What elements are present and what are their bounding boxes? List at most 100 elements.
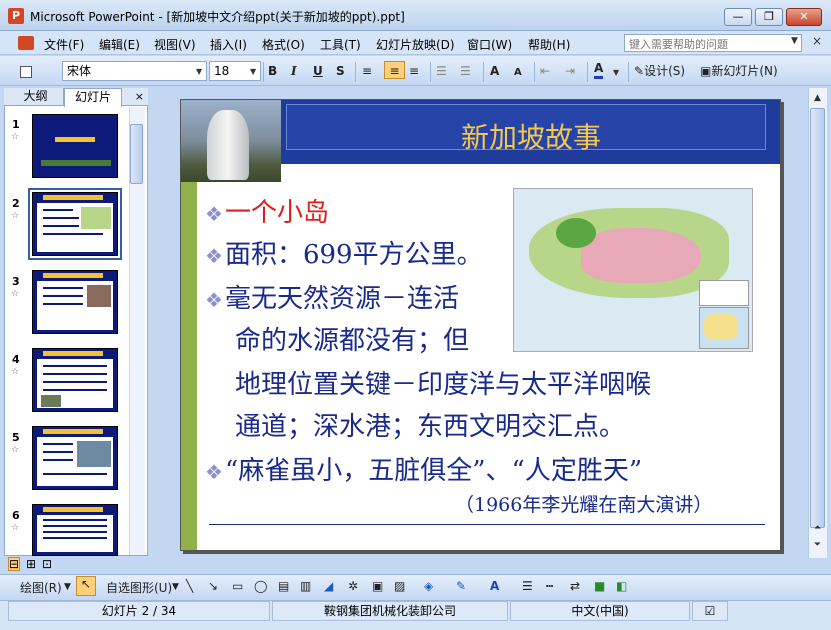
menu-tools[interactable]: 工具(T) [320, 36, 361, 53]
bullet-continuation[interactable]: 通道；深水港；东西文明交汇点。 [235, 406, 625, 443]
oval-icon[interactable]: ◯ [254, 579, 267, 593]
new-slide-button[interactable]: ▣新幻灯片(N) [700, 62, 778, 80]
shadow-button[interactable]: S [336, 62, 345, 80]
slide-position-status: 幻灯片 2 / 34 [8, 601, 270, 621]
quote-source[interactable]: （1966年李光耀在南大演讲） [455, 490, 712, 517]
thumbnail-scroll-thumb[interactable] [130, 124, 143, 184]
decrease-font-button[interactable]: A [514, 64, 522, 82]
draw-menu-button[interactable]: 绘图(R) [20, 579, 62, 596]
shadow-style-icon[interactable]: ■ [594, 579, 605, 593]
rectangle-icon[interactable]: ▭ [232, 579, 243, 593]
help-search-input[interactable]: 键入需要帮助的问题 [624, 34, 802, 52]
document-icon[interactable] [18, 36, 34, 50]
chevron-down-icon[interactable]: ▼ [250, 67, 256, 76]
toolbar-separator [430, 62, 431, 82]
font-name-select[interactable]: 宋体 [62, 61, 207, 81]
slide-sorter-icon[interactable]: ⊞ [26, 557, 36, 571]
minimize-button[interactable]: — [724, 8, 752, 26]
menu-view[interactable]: 视图(V) [154, 36, 196, 53]
decrease-indent-icon[interactable]: ⇤ [540, 62, 550, 80]
design-button[interactable]: ✎设计(S) [634, 62, 685, 80]
slide-thumbnail-1[interactable] [32, 114, 118, 178]
slide-number: 5 [12, 431, 20, 444]
increase-indent-icon[interactable]: ⇥ [565, 62, 575, 80]
align-left-icon[interactable]: ≡ [362, 62, 372, 80]
textbox-icon[interactable]: ▤ [278, 579, 289, 593]
slide-number: 1 [12, 118, 20, 131]
scroll-next-slide-icon[interactable]: ⏷ [810, 537, 825, 553]
font-color-draw-icon[interactable]: A [490, 579, 499, 593]
powerpoint-icon[interactable]: P [8, 8, 24, 24]
vertical-textbox-icon[interactable]: ▥ [300, 579, 311, 593]
line-icon[interactable]: ╲ [186, 579, 193, 593]
line-style-icon[interactable]: ☰ [522, 579, 533, 593]
menu-help[interactable]: 帮助(H) [528, 36, 570, 53]
bullet-item[interactable]: ❖“麻雀虽小，五脏俱全”、“人定胜天” [205, 450, 642, 487]
bold-button[interactable]: B [268, 62, 277, 80]
bullet-text: 毫无天然资源－连活 [224, 284, 459, 314]
bullet-continuation[interactable]: 命的水源都没有；但 [235, 320, 469, 357]
arrow-style-icon[interactable]: ⇄ [570, 579, 580, 593]
picture-icon[interactable]: ▨ [394, 579, 405, 593]
transition-icon: ☆ [11, 289, 20, 299]
slide-thumbnail-6[interactable] [32, 504, 118, 556]
slide-canvas[interactable]: 新加坡故事 ❖一个小岛 ❖面积：699平方公里。 ❖毫无天然资源－连活 命的水源… [180, 99, 781, 551]
italic-button[interactable]: I [291, 62, 297, 80]
toolbar-separator [263, 62, 264, 82]
clipart-icon[interactable]: ▣ [372, 579, 383, 593]
font-color-button[interactable]: A [594, 61, 604, 79]
document-close-button[interactable]: × [812, 34, 822, 48]
transition-icon: ☆ [11, 445, 20, 455]
chevron-down-icon[interactable]: ▼ [196, 67, 202, 76]
menu-file[interactable]: 文件(F) [44, 36, 84, 53]
slide-thumbnail-5[interactable] [32, 426, 118, 490]
menu-format[interactable]: 格式(O) [262, 36, 305, 53]
vertical-scroll-thumb[interactable] [810, 108, 825, 528]
menu-edit[interactable]: 编辑(E) [99, 36, 140, 53]
wordart-icon[interactable]: ◢ [324, 579, 333, 593]
slide-thumbnail-2[interactable] [28, 188, 122, 260]
tab-slides[interactable]: 幻灯片 [64, 88, 122, 107]
increase-font-button[interactable]: A [490, 62, 499, 80]
slide-title[interactable]: 新加坡故事 [341, 116, 721, 156]
fill-color-icon[interactable]: ◈ [424, 579, 433, 593]
underline-button[interactable]: U [313, 62, 323, 80]
slide-thumbnail-4[interactable] [32, 348, 118, 412]
arrow-icon[interactable]: ↘ [208, 579, 218, 593]
align-center-icon[interactable]: ≡ [384, 61, 405, 79]
chevron-down-icon[interactable]: ▼ [172, 582, 179, 592]
3d-style-icon[interactable]: ◧ [616, 579, 627, 593]
menu-window[interactable]: 窗口(W) [467, 36, 512, 53]
numbered-list-icon[interactable]: ☰ [436, 62, 447, 80]
align-right-icon[interactable]: ≡ [409, 62, 419, 80]
spelling-status-icon[interactable]: ☑ [692, 601, 728, 621]
menu-slideshow[interactable]: 幻灯片放映(D) [376, 36, 455, 53]
scroll-up-icon[interactable]: ▲ [810, 90, 825, 106]
bulleted-list-icon[interactable]: ☰ [460, 62, 471, 80]
slide-thumbnail-3[interactable] [32, 270, 118, 334]
select-pointer-icon[interactable]: ↖ [76, 576, 96, 596]
panel-close-button[interactable]: × [135, 90, 144, 103]
new-document-icon[interactable] [20, 62, 32, 80]
tab-outline[interactable]: 大纲 [8, 88, 64, 106]
dash-style-icon[interactable]: ┅ [546, 579, 553, 593]
toolbar-separator [534, 62, 535, 82]
bullet-continuation[interactable]: 地理位置关键－印度洋与太平洋咽喉 [235, 364, 651, 401]
chevron-down-icon[interactable]: ▼ [791, 36, 798, 46]
chevron-down-icon[interactable]: ▼ [613, 68, 619, 77]
autoshapes-button[interactable]: 自选图形(U) [106, 579, 172, 596]
normal-view-icon[interactable]: ⊟ [8, 557, 21, 571]
chevron-down-icon[interactable]: ▼ [64, 582, 71, 592]
menu-insert[interactable]: 插入(I) [210, 36, 247, 53]
scroll-prev-slide-icon[interactable]: ⏶ [810, 520, 825, 536]
slide-footer-line [209, 524, 765, 525]
bullet-item[interactable]: ❖一个小岛 [205, 192, 329, 229]
bullet-icon: ❖ [205, 460, 223, 484]
close-button[interactable]: ✕ [786, 8, 822, 26]
bullet-item[interactable]: ❖面积：699平方公里。 [205, 234, 483, 271]
slideshow-icon[interactable]: ⊡ [42, 557, 52, 571]
restore-button[interactable]: ❐ [755, 8, 783, 26]
diagram-icon[interactable]: ✲ [348, 579, 358, 593]
line-color-icon[interactable]: ✎ [456, 579, 466, 593]
bullet-item[interactable]: ❖毫无天然资源－连活 [205, 278, 459, 315]
